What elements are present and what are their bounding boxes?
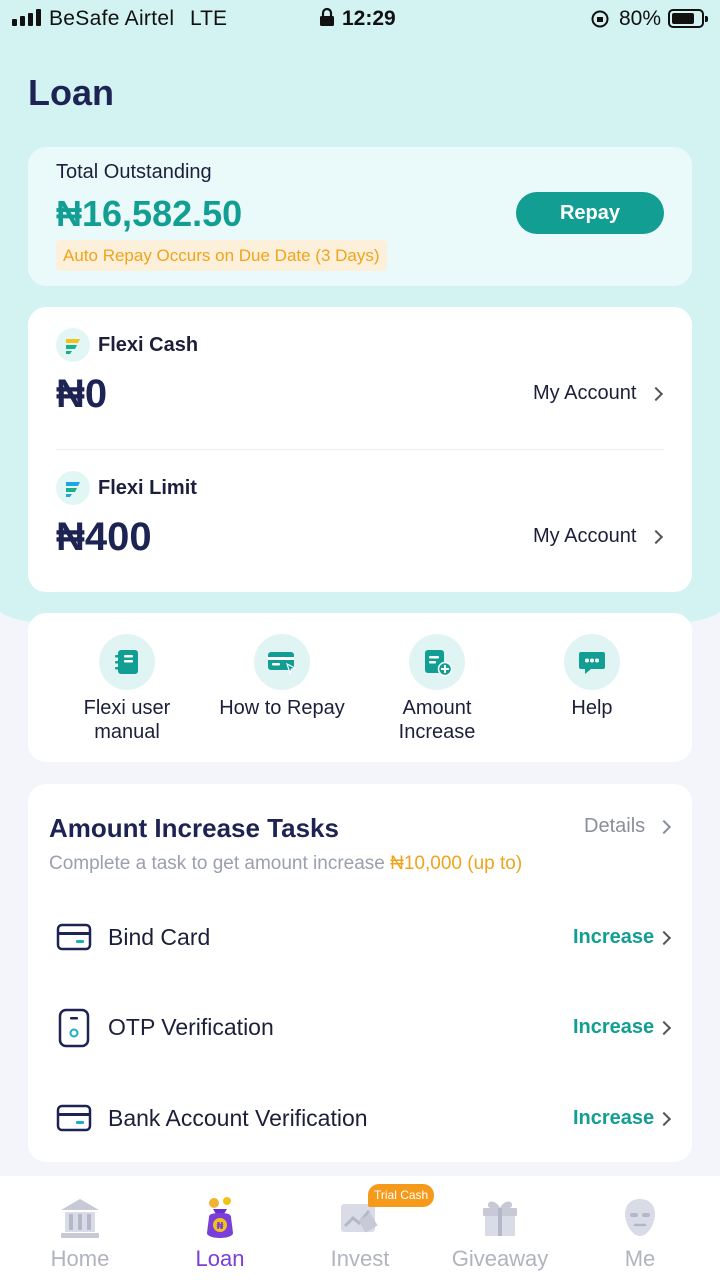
tab-me[interactable]: Me [570,1186,710,1272]
network-type: LTE [190,7,227,30]
tab-label: Giveaway [451,1246,549,1271]
tab-giveaway[interactable]: Giveaway [430,1186,570,1272]
increase-link[interactable]: Increase [573,1016,654,1039]
rotation-lock-icon [591,10,609,28]
details-link[interactable]: Details [584,815,645,838]
tab-label: Me [624,1246,656,1271]
task-label: Bank Account Verification [108,1105,368,1131]
shortcut-label: Help [571,697,613,719]
tab-label: Invest [330,1246,390,1271]
card-repay-icon [254,634,310,690]
gift-icon [476,1194,524,1242]
shortcut-label: Flexi user manual [83,697,171,743]
shortcut-how-to-repay[interactable]: How to Repay [207,634,357,720]
bank-building-icon [56,1194,104,1242]
account-amount: ₦400 [56,515,152,559]
svg-text:₦: ₦ [217,1221,224,1232]
shortcut-help[interactable]: Help [517,634,667,720]
manual-icon [99,634,155,690]
account-name: Flexi Limit [98,477,197,499]
battery-percent: 80% [619,7,662,30]
shortcut-label: Amount Increase [398,697,476,743]
flexi-cash-logo-icon [56,328,90,362]
money-bag-icon: ₦ [196,1194,244,1242]
tab-home[interactable]: Home [10,1186,150,1272]
tasks-title: Amount Increase Tasks [49,813,339,843]
chat-bubble-icon [564,634,620,690]
page-title: Loan [28,72,114,113]
lock-icon [320,7,334,26]
shortcut-amount-increase[interactable]: Amount Increase [362,634,512,744]
document-plus-icon [409,634,465,690]
clock: 12:29 [342,7,396,30]
task-label: OTP Verification [108,1014,274,1040]
outstanding-amount: ₦16,582.50 [56,193,243,234]
account-amount: ₦0 [56,372,108,416]
task-label: Bind Card [108,924,211,950]
auto-repay-notice: Auto Repay Occurs on Due Date (3 Days) [56,240,387,271]
my-account-link[interactable]: My Account [533,382,636,405]
tab-label: Loan [195,1246,245,1271]
phone-icon [58,1008,90,1048]
flexi-limit-logo-icon [56,471,90,505]
tab-loan[interactable]: ₦ Loan [150,1186,290,1272]
battery-icon [668,9,708,28]
shortcut-user-manual[interactable]: Flexi user manual [52,634,202,744]
my-account-link[interactable]: My Account [533,525,636,548]
increase-link[interactable]: Increase [573,1107,654,1130]
profile-icon [616,1194,664,1242]
subtitle-text: Complete a task to get amount increase [49,853,391,874]
outstanding-label: Total Outstanding [56,161,212,183]
tab-label: Home [50,1246,110,1271]
increase-link[interactable]: Increase [573,926,654,949]
card-icon [56,923,92,951]
shortcut-label: How to Repay [219,697,345,719]
divider [56,449,664,450]
trial-cash-badge: Trial Cash [368,1184,435,1207]
repay-button[interactable]: Repay [516,192,664,234]
signal-icon [12,9,41,26]
account-name: Flexi Cash [98,334,199,356]
status-bar: BeSafe Airtel LTE 12:29 80% [0,0,720,38]
bank-card-icon [56,1104,92,1132]
tasks-subtitle: Complete a task to get amount increase ₦… [49,853,522,875]
subtitle-highlight: ₦10,000 (up to) [390,853,523,874]
carrier-name: BeSafe Airtel [49,7,175,30]
